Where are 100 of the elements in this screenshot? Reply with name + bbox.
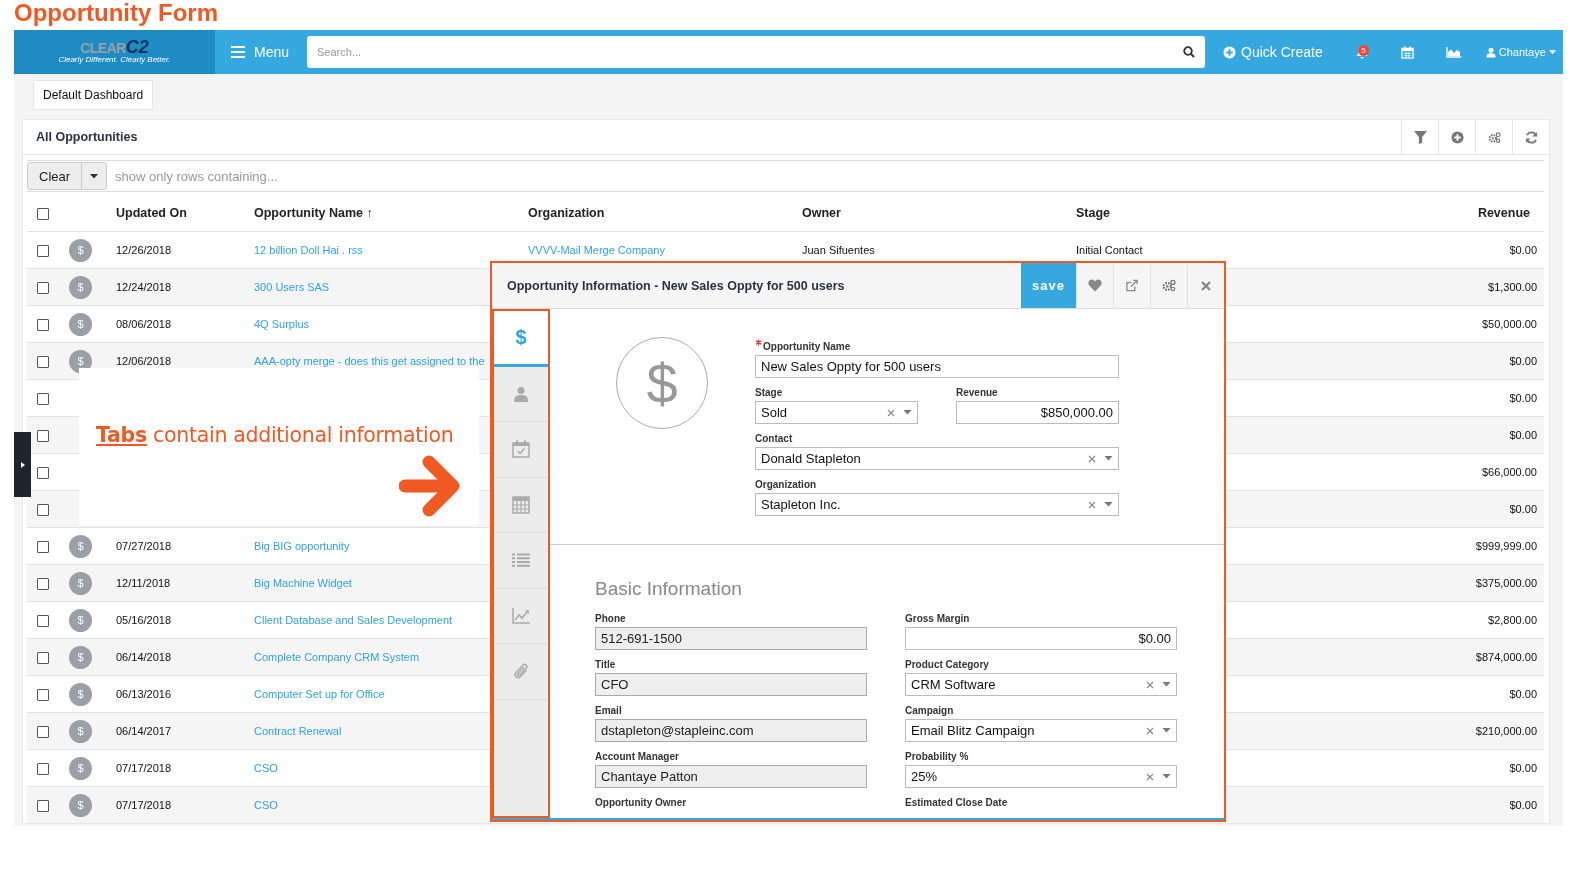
- dollar-icon: $: [69, 793, 92, 817]
- select-field[interactable]: CRM Software: [905, 673, 1177, 696]
- table-cell: 12/06/2018: [116, 355, 172, 367]
- paperclip-icon: [513, 662, 529, 681]
- row-checkbox[interactable]: [37, 577, 49, 590]
- quick-create-button[interactable]: Quick Create: [1223, 44, 1323, 60]
- section-heading: Basic Information: [595, 578, 743, 601]
- caret-icon: [90, 173, 99, 179]
- field-label: Contact: [755, 433, 793, 444]
- row-checkbox[interactable]: [37, 392, 49, 405]
- tab[interactable]: $: [494, 311, 548, 367]
- refresh-icon: [1524, 130, 1538, 144]
- opportunity-link[interactable]: 12 billion Doll Hai . rss: [254, 244, 363, 256]
- table-cell: $0.00: [1509, 392, 1537, 404]
- column-header[interactable]: Revenue: [1477, 206, 1530, 220]
- notification-badge: 5: [1358, 45, 1369, 56]
- field-label: Title: [595, 659, 616, 670]
- opportunity-link[interactable]: Big BIG opportunity: [254, 540, 350, 552]
- menu-button[interactable]: Menu: [215, 30, 306, 74]
- external-link-icon: [1125, 279, 1139, 292]
- opportunity-link[interactable]: CSO: [254, 799, 278, 811]
- opportunity-link[interactable]: Complete Company CRM System: [254, 651, 420, 663]
- row-checkbox[interactable]: [37, 799, 49, 812]
- table-cell: Juan Sifuentes: [802, 244, 875, 256]
- notifications-button[interactable]: 5: [1354, 45, 1369, 59]
- column-header[interactable]: Opportunity Name ↑: [254, 206, 373, 220]
- select-all-checkbox[interactable]: [37, 207, 49, 220]
- field-label: Opportunity Owner: [595, 797, 687, 808]
- amount-field[interactable]: $0.00: [905, 627, 1177, 650]
- row-checkbox[interactable]: [37, 614, 49, 627]
- column-header[interactable]: Stage: [1076, 206, 1111, 220]
- field-label: Stage: [755, 387, 783, 398]
- row-checkbox[interactable]: [37, 725, 49, 738]
- logo-text: CLEAR: [80, 41, 126, 55]
- row-checkbox[interactable]: [37, 688, 49, 701]
- opportunity-link[interactable]: Contract Renewal: [254, 725, 342, 737]
- table-cell: $2,800.00: [1488, 614, 1537, 626]
- opportunity-link[interactable]: AAA-opty merge - does this get assigned to the: [254, 355, 485, 367]
- select-field[interactable]: Email Blitz Campaign: [905, 719, 1177, 742]
- row-checkbox[interactable]: [37, 466, 49, 479]
- row-checkbox[interactable]: [37, 244, 49, 257]
- row-checkbox[interactable]: [37, 318, 49, 331]
- caret-icon: [20, 461, 25, 468]
- clear-icon: [1088, 500, 1096, 509]
- calendar-button[interactable]: [1400, 45, 1414, 59]
- table-cell: $375,000.00: [1475, 577, 1537, 589]
- search-field[interactable]: Search...: [307, 36, 1206, 68]
- table-cell: 12/24/2018: [116, 281, 172, 293]
- sidebar-toggle[interactable]: [14, 432, 31, 497]
- column-header[interactable]: Owner: [802, 206, 841, 220]
- table-cell: 07/27/2018: [116, 540, 172, 552]
- table-cell: $50,000.00: [1481, 318, 1537, 330]
- row-checkbox[interactable]: [37, 429, 49, 442]
- dollar-icon: $: [69, 682, 92, 706]
- user-icon: [1485, 46, 1496, 58]
- opportunity-link[interactable]: CSO: [254, 762, 278, 774]
- calendar-icon: [1400, 45, 1414, 59]
- dollar-icon: $: [69, 571, 92, 595]
- organization-link[interactable]: VVVV-Mail Merge Company: [528, 244, 665, 256]
- arrow-icon: [399, 454, 461, 518]
- person-icon: [513, 385, 529, 402]
- select-field[interactable]: Stapleton Inc.: [755, 493, 1119, 516]
- select-field[interactable]: Sold: [755, 401, 918, 424]
- table-cell: 06/14/2017: [116, 725, 172, 737]
- opportunity-link[interactable]: Big Machine Widget: [254, 577, 352, 589]
- area-chart-icon: [1445, 46, 1462, 58]
- readonly-field: CFO: [595, 673, 867, 696]
- column-header[interactable]: Organization: [528, 206, 605, 220]
- row-checkbox[interactable]: [37, 540, 49, 553]
- calendar-icon: [512, 440, 530, 459]
- filter-icon: [1413, 130, 1427, 144]
- settings-icon: [1487, 130, 1501, 144]
- opportunity-link[interactable]: Computer Set up for Office: [254, 688, 385, 700]
- column-header[interactable]: Updated On: [116, 206, 187, 220]
- table-cell: $0.00: [1509, 355, 1537, 367]
- save-button[interactable]: save: [1021, 263, 1076, 308]
- field-label: Estimated Close Date: [905, 797, 1008, 808]
- opportunity-link[interactable]: Client Database and Sales Development: [254, 614, 453, 626]
- field-label: Gross Margin: [905, 613, 970, 624]
- row-checkbox[interactable]: [37, 651, 49, 664]
- table-cell: 08/06/2018: [116, 318, 172, 330]
- chart-icon: [512, 607, 530, 624]
- reports-button[interactable]: [1445, 46, 1462, 58]
- row-checkbox[interactable]: [37, 762, 49, 775]
- dashboard-button[interactable]: Default Dashboard: [33, 80, 154, 110]
- select-field[interactable]: 25%: [905, 765, 1177, 788]
- user-menu[interactable]: Chantaye: [1485, 46, 1556, 58]
- select-field[interactable]: Donald Stapleton: [755, 447, 1119, 470]
- list-title: All Opportunities: [35, 130, 139, 144]
- opportunity-link[interactable]: 4Q Surplus: [254, 318, 310, 330]
- text-field[interactable]: New Sales Oppty for 500 users: [755, 355, 1119, 378]
- dollar-icon: $: [69, 645, 92, 669]
- opportunity-link[interactable]: 300 Users SAS: [254, 281, 330, 293]
- row-checkbox[interactable]: [37, 281, 49, 294]
- dollar-icon: $: [69, 719, 92, 743]
- row-checkbox[interactable]: [37, 503, 49, 516]
- row-checkbox[interactable]: [37, 355, 49, 368]
- amount-field[interactable]: $850,000.00: [956, 401, 1119, 424]
- caret-icon: [1104, 502, 1113, 507]
- list-icon: [512, 553, 530, 568]
